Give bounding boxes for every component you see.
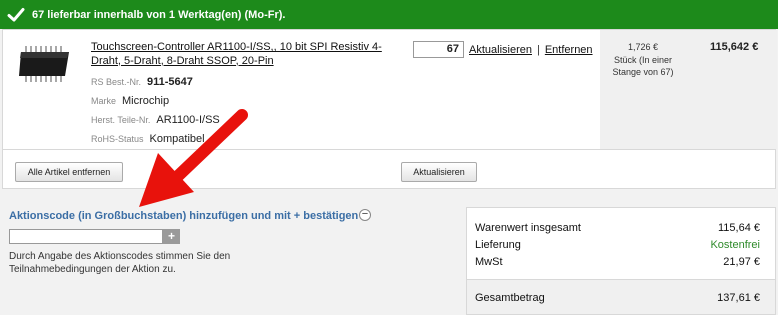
update-cart-button[interactable]: Aktualisieren: [401, 162, 477, 182]
promo-code-heading: Aktionscode (in Großbuchstaben) hinzufüg…: [9, 210, 359, 222]
delivery-value: Kostenfrei: [710, 239, 760, 251]
mfr-part-value: AR1100-I/SS: [156, 113, 220, 126]
product-meta: RS Best.-Nr. 911-5647 Marke Microchip Hers…: [91, 72, 220, 148]
rs-number-label: RS Best.-Nr.: [91, 76, 142, 87]
order-summary: Warenwert insgesamt 115,64 € Lieferung K…: [466, 207, 776, 315]
goods-value-row: Warenwert insgesamt 115,64 €: [475, 222, 760, 234]
unit-price: 1,726 € Stück (In einer Stange von 67): [603, 41, 683, 79]
remove-all-button[interactable]: Alle Artikel entfernen: [15, 162, 123, 182]
delivery-label: Lieferung: [475, 239, 521, 251]
promo-code-input[interactable]: [9, 229, 163, 244]
goods-value-amount: 115,64 €: [717, 222, 760, 234]
delivery-row: Lieferung Kostenfrei: [475, 239, 760, 251]
unit-price-value: 1,726 €: [627, 42, 659, 52]
availability-text: 67 lieferbar innerhalb von 1 Werktag(en)…: [32, 8, 286, 21]
goods-value-label: Warenwert insgesamt: [475, 222, 581, 234]
grand-total-row: Gesamtbetrag 137,61 €: [475, 292, 760, 304]
vat-row: MwSt 21,97 €: [475, 256, 760, 268]
cart-item-card: Touchscreen-Controller AR1100-I/SS,, 10 …: [2, 29, 777, 189]
unit-price-unit: Stück (In einer: [613, 54, 673, 65]
remove-item-link[interactable]: Entfernen: [545, 44, 593, 56]
ic-chip-icon: [19, 46, 69, 82]
unit-price-pack: Stange von 67): [612, 67, 674, 77]
vat-label: MwSt: [475, 256, 503, 268]
promo-submit-button[interactable]: +: [163, 229, 180, 244]
vat-value: 21,97 €: [723, 256, 760, 268]
availability-banner: 67 lieferbar innerhalb von 1 Werktag(en)…: [0, 0, 778, 29]
check-icon: [7, 7, 25, 21]
brand-label: Marke: [91, 95, 117, 106]
product-title-link[interactable]: Touchscreen-Controller AR1100-I/SS,, 10 …: [91, 41, 411, 68]
item-actions: Aktualisieren | Entfernen: [469, 44, 593, 56]
promo-terms-note: Durch Angabe des Aktionscodes stimmen Si…: [9, 251, 231, 275]
rohs-value: Kompatibel: [149, 132, 205, 145]
rs-number-value: 911-5647: [147, 75, 193, 88]
rohs-label: RoHS-Status: [91, 133, 144, 144]
quantity-input[interactable]: 67: [413, 41, 464, 58]
action-separator: |: [536, 44, 540, 56]
grand-total-label: Gesamtbetrag: [475, 292, 545, 304]
collapse-icon[interactable]: −: [359, 209, 371, 221]
mfr-part-label: Herst. Teile-Nr.: [91, 114, 151, 125]
update-item-link[interactable]: Aktualisieren: [469, 44, 532, 56]
grand-total-value: 137,61 €: [717, 292, 760, 304]
line-total: 115,642 €: [710, 41, 759, 53]
brand-value: Microchip: [122, 94, 170, 107]
card-divider: [3, 149, 775, 150]
